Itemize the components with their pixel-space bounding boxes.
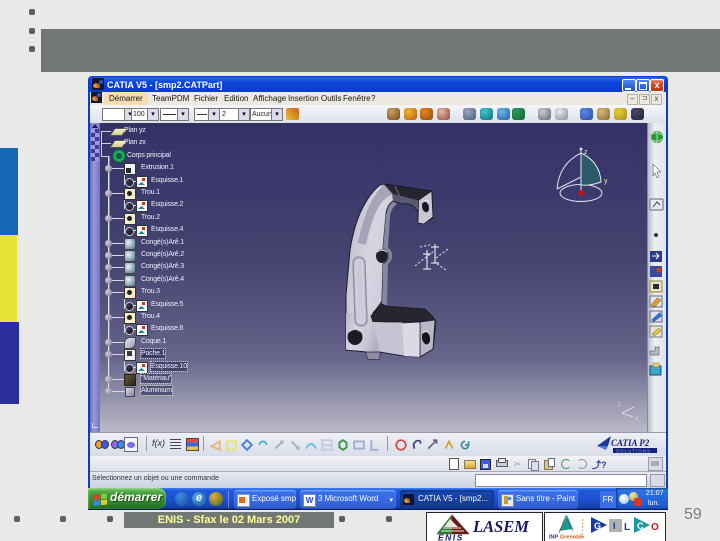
svg-text:G: G <box>594 521 601 531</box>
svg-text:y: y <box>604 178 608 185</box>
svg-text:C: C <box>637 521 644 531</box>
svg-text:z: z <box>584 149 588 156</box>
svg-text:z: z <box>618 402 621 408</box>
svg-text:x: x <box>635 416 638 422</box>
svg-text:O: O <box>651 522 659 533</box>
svg-text:SOLUTIONS: SOLUTIONS <box>616 448 651 453</box>
svg-text:I: I <box>613 521 616 531</box>
svg-text:L: L <box>624 522 630 533</box>
svg-text:CATIA P2: CATIA P2 <box>611 438 650 448</box>
